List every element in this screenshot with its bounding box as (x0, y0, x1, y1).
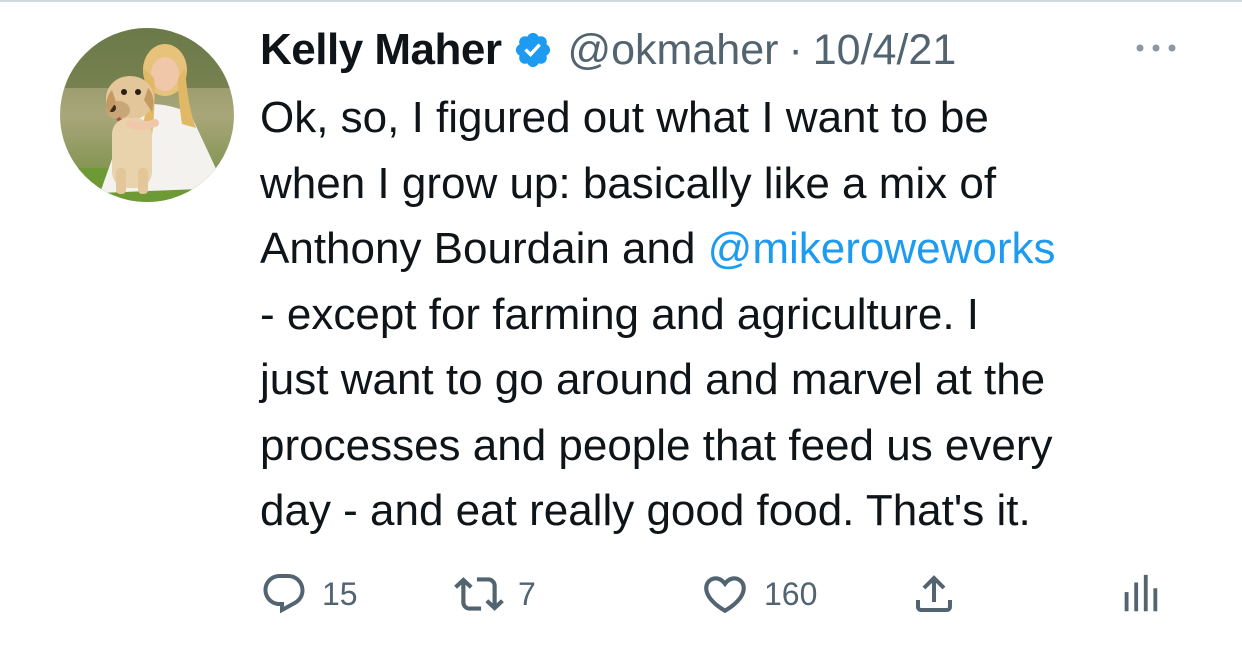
retweet-icon (454, 577, 504, 611)
author-name[interactable]: Kelly Maher (260, 25, 502, 75)
reply-count: 15 (322, 575, 358, 612)
avatar[interactable] (60, 28, 234, 202)
header-separator: · (788, 25, 803, 74)
tweet-header: Kelly Maher @okmaher · 10/4/21 (260, 18, 1220, 82)
verified-badge-icon (513, 30, 553, 70)
reply-button[interactable]: 15 (260, 568, 358, 620)
tweet-text-line: - except for farming and agriculture. I (260, 289, 979, 339)
tweet-text-line: processes and people that feed us every (260, 420, 1053, 470)
share-button[interactable] (910, 568, 958, 620)
tweet-text-line: just want to go around and marvel at the (260, 355, 1046, 404)
tweet[interactable]: Kelly Maher @okmaher · 10/4/21 Ok, so, I… (260, 18, 1220, 544)
heart-icon (704, 576, 746, 614)
top-divider (0, 0, 1242, 2)
share-icon (916, 575, 952, 612)
tweet-date[interactable]: 10/4/21 (813, 26, 956, 75)
tweet-text-line: day - and eat really good food. That's i… (260, 486, 1031, 535)
more-options-icon[interactable] (1134, 42, 1178, 54)
tweet-text-line: Ok, so, I figured out what I want to be (260, 93, 989, 142)
reply-icon (263, 574, 305, 614)
tweet-actions: 15 7 160 (260, 568, 1200, 620)
tweet-text: Ok, so, I figured out what I want to be … (260, 85, 1200, 544)
mention-link[interactable]: @mikeroweworks (708, 224, 1056, 273)
retweet-count: 7 (518, 575, 536, 612)
retweet-button[interactable]: 7 (454, 568, 536, 620)
analytics-button[interactable] (1117, 568, 1163, 620)
avatar-photo (60, 28, 234, 202)
like-button[interactable]: 160 (700, 568, 817, 620)
author-handle[interactable]: @okmaher (567, 26, 778, 75)
tweet-text-line: when I grow up: basically like a mix of (260, 158, 997, 208)
tweet-text-line: Anthony Bourdain and @mikeroweworks (260, 224, 1056, 273)
like-count: 160 (764, 575, 818, 612)
analytics-icon (1124, 574, 1158, 612)
